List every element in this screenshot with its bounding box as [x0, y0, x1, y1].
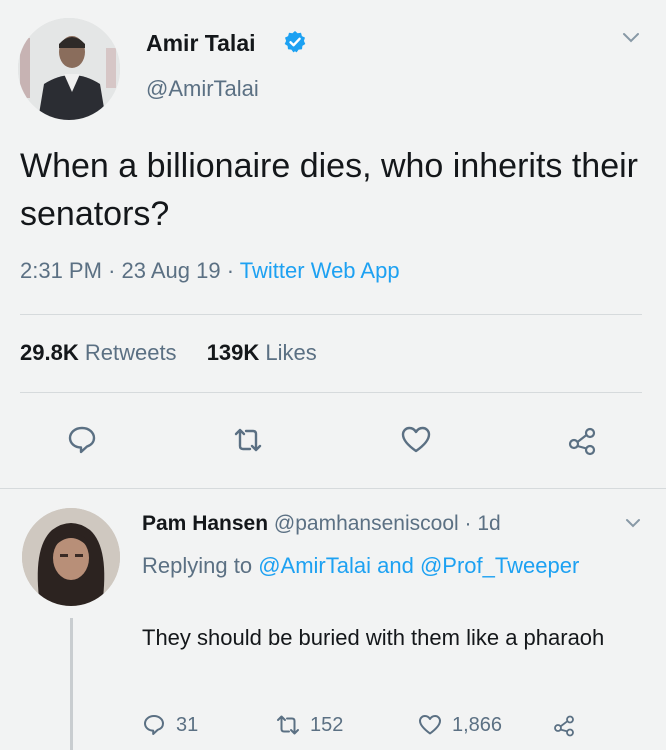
reply-header: Pam Hansen @pamhanseniscool · 1d — [142, 512, 501, 536]
retweets-count: 29.8K — [20, 340, 79, 365]
divider — [20, 392, 642, 393]
replying-user-link[interactable]: @Prof_Tweeper — [420, 553, 579, 578]
reply-reply-button[interactable]: 31 — [142, 712, 198, 738]
likes-stat[interactable]: 139K Likes — [207, 340, 317, 365]
meta-separator: · — [464, 512, 478, 535]
thread-line — [70, 618, 73, 750]
tweet-text: When a billionaire dies, who inherits th… — [20, 147, 638, 233]
meta-separator: · — [108, 258, 122, 283]
reply-count: 31 — [176, 713, 199, 736]
replying-prefix: Replying to — [142, 553, 253, 578]
heart-icon — [419, 715, 441, 735]
retweet-icon — [234, 428, 262, 452]
replying-to: Replying to @AmirTalai and @Prof_Tweeper — [142, 548, 622, 583]
replying-and[interactable]: and — [377, 553, 414, 578]
reply-age[interactable]: 1d — [477, 512, 500, 535]
verified-badge-icon — [284, 31, 306, 53]
reply-icon — [68, 426, 96, 454]
retweets-label: Retweets — [84, 340, 177, 365]
meta-separator: · — [226, 258, 240, 283]
heart-icon — [401, 426, 431, 453]
chevron-down-icon[interactable] — [625, 518, 641, 529]
retweets-stat[interactable]: 29.8K Retweets — [20, 340, 177, 365]
avatar-photo — [18, 18, 120, 120]
author-handle[interactable]: @AmirTalai — [146, 76, 259, 102]
tweet-source[interactable]: Twitter Web App — [240, 258, 400, 283]
tweet-meta: 2:31 PM · 23 Aug 19 · Twitter Web App — [20, 258, 400, 284]
reply-like-button[interactable]: 1,866 — [418, 712, 502, 738]
chevron-down-icon[interactable] — [622, 32, 640, 44]
share-button[interactable] — [566, 424, 598, 456]
likes-count: 139K — [206, 340, 260, 365]
reply-share-button[interactable] — [552, 712, 586, 738]
author-avatar[interactable] — [18, 18, 120, 120]
share-icon — [554, 715, 574, 737]
replying-user-link[interactable]: @AmirTalai — [258, 553, 371, 578]
like-count: 1,866 — [452, 713, 503, 736]
divider — [0, 488, 666, 489]
tweet-date[interactable]: 23 Aug 19 — [122, 258, 221, 283]
author-name[interactable]: Amir Talai — [146, 30, 256, 57]
likes-label: Likes — [265, 340, 317, 365]
reply-button[interactable] — [66, 424, 98, 456]
tweet-time[interactable]: 2:31 PM — [20, 258, 102, 283]
reply-author-handle[interactable]: @pamhanseniscool — [274, 512, 459, 535]
divider — [20, 314, 642, 315]
avatar-photo — [22, 508, 120, 606]
like-button[interactable] — [400, 424, 432, 456]
retweet-count: 152 — [310, 713, 344, 736]
retweet-icon — [277, 715, 299, 735]
reply-icon — [144, 715, 164, 735]
share-icon — [568, 427, 596, 456]
reply-author-avatar[interactable] — [22, 508, 120, 606]
tweet-stats: 29.8K Retweets 139K Likes — [20, 340, 317, 366]
retweet-button[interactable] — [232, 424, 264, 456]
reply-author-name[interactable]: Pam Hansen — [142, 512, 268, 535]
reply-retweet-button[interactable]: 152 — [276, 712, 343, 738]
reply-text: They should be buried with them like a p… — [142, 625, 605, 650]
tweet-screen: Amir Talai @AmirTalai When a billionaire… — [0, 0, 666, 750]
